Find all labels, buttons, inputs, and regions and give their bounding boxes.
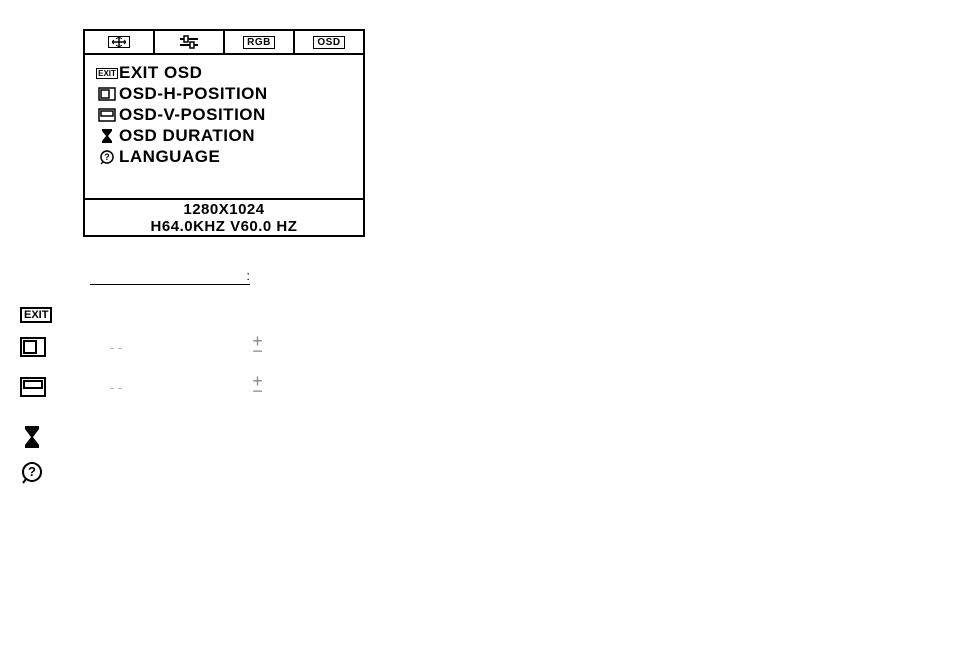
resolution-text: 1280X1024 xyxy=(85,202,363,219)
osd-menu: EXIT EXIT OSD OSD-H-POSITION OSD-V-POSIT… xyxy=(85,55,363,198)
osd-tab-rgb[interactable]: RGB xyxy=(225,31,295,53)
exit-icon: EXIT xyxy=(95,68,119,79)
legend-row-hpos: - - +− xyxy=(20,337,263,357)
svg-text:?: ? xyxy=(28,464,36,479)
menu-item-language[interactable]: ? LANGUAGE xyxy=(95,147,353,167)
hpos-icon xyxy=(95,87,119,101)
position-icon xyxy=(108,36,130,48)
legend-row-duration xyxy=(22,425,52,449)
osd-tab-position[interactable] xyxy=(85,31,155,53)
legend-row-language: ? xyxy=(20,462,50,484)
sync-text: H64.0KHZ V60.0 HZ xyxy=(85,219,363,236)
legend-row-vpos: - - +− xyxy=(20,377,263,397)
vpos-icon xyxy=(95,108,119,122)
svg-text:?: ? xyxy=(104,152,110,162)
language-icon: ? xyxy=(95,150,119,165)
menu-item-hpos[interactable]: OSD-H-POSITION xyxy=(95,84,353,104)
hourglass-icon xyxy=(22,425,52,449)
rgb-icon: RGB xyxy=(243,36,275,49)
osd-icon: OSD xyxy=(313,36,344,49)
menu-item-exit[interactable]: EXIT EXIT OSD xyxy=(95,63,353,83)
hourglass-icon xyxy=(95,128,119,144)
legend-row-exit: EXIT xyxy=(20,307,50,323)
osd-tab-osd[interactable]: OSD xyxy=(295,31,363,53)
osd-tab-adjust[interactable] xyxy=(155,31,225,53)
menu-item-duration[interactable]: OSD DURATION xyxy=(95,126,353,146)
language-icon: ? xyxy=(20,462,50,484)
menu-item-vpos[interactable]: OSD-V-POSITION xyxy=(95,105,353,125)
menu-label-exit: EXIT OSD xyxy=(119,63,202,83)
vpos-icon xyxy=(20,377,50,397)
hpos-icon xyxy=(20,337,50,357)
osd-window: RGB OSD EXIT EXIT OSD OSD-H-POSITION xyxy=(83,29,365,237)
exit-icon: EXIT xyxy=(20,307,50,323)
dash-text: - - xyxy=(110,380,122,395)
dash-text: - - xyxy=(110,340,122,355)
menu-label-duration: OSD DURATION xyxy=(119,126,255,146)
menu-label-language: LANGUAGE xyxy=(119,147,220,167)
adjust-icon xyxy=(178,35,200,49)
osd-info: 1280X1024 H64.0KHZ V60.0 HZ xyxy=(85,198,363,235)
legend-header: placeholder: xyxy=(90,268,250,285)
osd-tab-row: RGB OSD xyxy=(85,31,363,55)
plus-minus-icon: +− xyxy=(252,337,263,357)
menu-label-hpos: OSD-H-POSITION xyxy=(119,84,268,104)
menu-label-vpos: OSD-V-POSITION xyxy=(119,105,266,125)
plus-minus-icon: +− xyxy=(252,377,263,397)
